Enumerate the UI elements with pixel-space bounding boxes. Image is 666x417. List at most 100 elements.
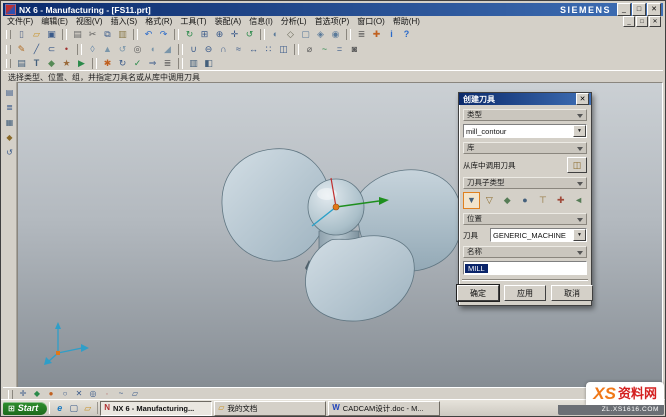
extrude-icon[interactable]: ▲	[101, 43, 115, 56]
sketch-icon[interactable]: ✎	[15, 43, 29, 56]
endpoint-snap-icon[interactable]: ◆	[31, 389, 44, 400]
pattern-icon[interactable]: ∷	[262, 43, 276, 56]
copy-icon[interactable]: ⧉	[101, 28, 115, 41]
save-icon[interactable]: ▣	[45, 28, 59, 41]
start-button[interactable]: ⊞ Start	[3, 402, 47, 415]
propeller-model[interactable]	[123, 128, 503, 388]
close-button[interactable]: ✕	[647, 3, 661, 16]
snapshot-icon[interactable]: ◙	[348, 43, 362, 56]
menu-item[interactable]: 编辑(E)	[37, 16, 72, 27]
point-icon[interactable]: •	[60, 43, 74, 56]
child-restore-button[interactable]: □	[636, 16, 648, 27]
cancel-button[interactable]: 取消	[551, 285, 593, 301]
menu-item[interactable]: 视图(V)	[72, 16, 107, 27]
tool-combo-dropdown-button[interactable]: ▼	[573, 229, 586, 241]
create-geometry-icon[interactable]: ◆	[45, 57, 59, 70]
pan-icon[interactable]: ✛	[228, 28, 242, 41]
name-section-header[interactable]: 名称	[463, 246, 587, 258]
midpoint-snap-icon[interactable]: ●	[45, 389, 58, 400]
iso-view-icon[interactable]: ◈	[314, 28, 328, 41]
open-icon[interactable]: ▱	[30, 28, 44, 41]
wcs-display-icon[interactable]: ✚	[370, 28, 384, 41]
child-close-button[interactable]: ✕	[649, 16, 661, 27]
menu-item[interactable]: 首选项(P)	[311, 16, 354, 27]
ok-button[interactable]: 确定	[457, 285, 499, 301]
location-section-header[interactable]: 位置	[463, 213, 587, 225]
chamfer-mill-tool-icon[interactable]: ◆	[499, 192, 516, 209]
analysis-icon[interactable]: ~	[318, 43, 332, 56]
restore-button[interactable]: □	[632, 3, 646, 16]
intersect-icon[interactable]: ∩	[217, 43, 231, 56]
arc-icon[interactable]: ⊂	[45, 43, 59, 56]
chamfer-icon[interactable]: ◢	[161, 43, 175, 56]
info-icon[interactable]: i	[385, 28, 399, 41]
print-icon[interactable]: ▤	[71, 28, 85, 41]
tool-subtype-section-header[interactable]: 刀具子类型	[463, 177, 587, 189]
assembly-navigator-icon[interactable]: ▤	[4, 87, 15, 98]
hole-icon[interactable]: ◎	[131, 43, 145, 56]
sew-icon[interactable]: ≈	[232, 43, 246, 56]
operation-navigator-icon[interactable]: ▦	[4, 117, 15, 128]
paste-icon[interactable]: ▥	[116, 28, 130, 41]
task-nx[interactable]: NNX 6 - Manufacturing...	[100, 401, 212, 416]
orient-view-icon[interactable]: ◉	[329, 28, 343, 41]
type-combo[interactable]: mill_contour ▼	[463, 124, 587, 138]
menu-item[interactable]: 工具(T)	[176, 16, 210, 27]
part-navigator-icon[interactable]: ≣	[4, 102, 15, 113]
move-object-icon[interactable]: ↔	[247, 43, 261, 56]
library-section-header[interactable]: 库	[463, 142, 587, 154]
undo-icon[interactable]: ↶	[142, 28, 156, 41]
ball-mill-tool-icon[interactable]: ▽	[481, 192, 498, 209]
datum-plane-icon[interactable]: ◊	[86, 43, 100, 56]
mirror-icon[interactable]: ◫	[277, 43, 291, 56]
verify-toolpath-icon[interactable]: ✓	[131, 57, 145, 70]
apply-button[interactable]: 应用	[504, 285, 546, 301]
existing-point-snap-icon[interactable]: ∙	[101, 389, 114, 400]
rotate-icon[interactable]: ↺	[243, 28, 257, 41]
create-operation-icon[interactable]: ▶	[75, 57, 89, 70]
toolbar-grip[interactable]	[8, 390, 13, 399]
subtract-icon[interactable]: ⊖	[202, 43, 216, 56]
thread-mill-tool-icon[interactable]: ✚	[552, 192, 569, 209]
shop-doc-icon[interactable]: ≣	[161, 57, 175, 70]
wireframe-icon[interactable]: ◇	[284, 28, 298, 41]
ie-quicklaunch-icon[interactable]: e	[54, 403, 66, 414]
toolbar-grip[interactable]	[6, 59, 11, 68]
generate-toolpath-icon[interactable]: ✱	[101, 57, 115, 70]
center-snap-icon[interactable]: ◎	[87, 389, 100, 400]
machine-view-icon[interactable]: ◧	[202, 57, 216, 70]
intersection-snap-icon[interactable]: ✕	[73, 389, 86, 400]
task-my-documents[interactable]: ▱我的文档	[214, 401, 326, 416]
redo-icon[interactable]: ↷	[157, 28, 171, 41]
tool-combo[interactable]: GENERIC_MACHINE ▼	[490, 228, 587, 242]
zoom-icon[interactable]: ⊕	[213, 28, 227, 41]
create-program-icon[interactable]: ▤	[15, 57, 29, 70]
dialog-titlebar[interactable]: 创建刀具 ✕	[459, 93, 591, 105]
type-combo-dropdown-button[interactable]: ▼	[573, 125, 586, 137]
show-desktop-icon[interactable]: ▢	[68, 403, 80, 414]
measure-icon[interactable]: ⌀	[303, 43, 317, 56]
menu-item[interactable]: 文件(F)	[3, 16, 37, 27]
cut-icon[interactable]: ✂	[86, 28, 100, 41]
point-on-face-snap-icon[interactable]: ▱	[129, 389, 142, 400]
menu-item[interactable]: 插入(S)	[107, 16, 142, 27]
toolbar-grip[interactable]	[6, 30, 11, 39]
menu-item[interactable]: 窗口(O)	[353, 16, 389, 27]
revolve-icon[interactable]: ↺	[116, 43, 130, 56]
menu-item[interactable]: 装配(A)	[211, 16, 246, 27]
create-tool-icon[interactable]: T	[30, 57, 44, 70]
dialog-close-button[interactable]: ✕	[576, 93, 589, 105]
replay-toolpath-icon[interactable]: ↻	[116, 57, 130, 70]
tool-name-input[interactable]: MILL	[463, 261, 587, 275]
layer-icon[interactable]: ≣	[355, 28, 369, 41]
carrier-tool-icon[interactable]: ◄	[570, 192, 587, 209]
sphere-mill-tool-icon[interactable]: ●	[517, 192, 534, 209]
snap-point-toggle-icon[interactable]: ✛	[17, 389, 30, 400]
toolbar-grip[interactable]	[6, 45, 11, 54]
shaded-icon[interactable]: ◐	[269, 28, 283, 41]
operation-navigator-icon[interactable]: ▥	[187, 57, 201, 70]
menu-item[interactable]: 格式(R)	[141, 16, 176, 27]
folder-quicklaunch-icon[interactable]: ▱	[82, 403, 94, 414]
menu-item[interactable]: 分析(L)	[277, 16, 311, 27]
menu-item[interactable]: 帮助(H)	[389, 16, 424, 27]
